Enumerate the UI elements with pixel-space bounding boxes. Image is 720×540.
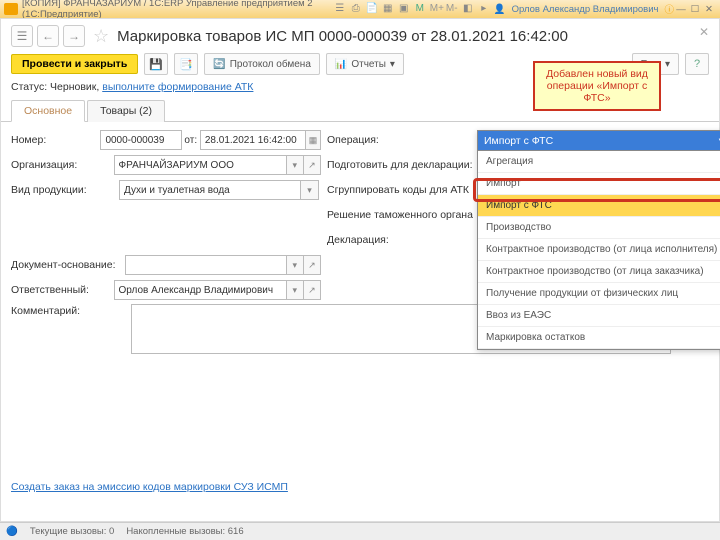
label-comment: Комментарий:	[11, 305, 119, 317]
calc-icon[interactable]: ▦	[382, 3, 394, 15]
select-icon[interactable]: ▾	[287, 280, 304, 300]
statusbar: 🔵 Текущие вызовы: 0 Накопленные вызовы: …	[0, 522, 720, 540]
maximize-icon[interactable]: ☐	[688, 4, 702, 15]
org-input[interactable]: ФРАНЧАЙЗАРИУМ ООО	[114, 155, 287, 175]
dropdown-selected[interactable]: Импорт с ФТС ▾	[478, 131, 720, 151]
select-icon[interactable]: ▾	[287, 255, 304, 275]
col-right: Операция: Подготовить для декларации: Сг…	[321, 130, 709, 330]
page-close-icon[interactable]: ✕	[699, 25, 709, 39]
dropdown-option-highlighted[interactable]: Импорт с ФТС	[478, 195, 720, 217]
label-docbase: Документ-основание:	[11, 259, 125, 271]
operation-dropdown[interactable]: Импорт с ФТС ▾ Агрегация Импорт Импорт с…	[477, 130, 720, 350]
select-icon[interactable]: ▾	[287, 155, 304, 175]
date-input[interactable]: 28.01.2021 16:42:00	[200, 130, 306, 150]
protocol-icon: 🔄	[213, 59, 225, 70]
favorite-icon[interactable]: ☆	[93, 26, 109, 47]
app-badge	[4, 3, 18, 15]
calendar-icon[interactable]: ▣	[398, 3, 410, 15]
label-prodtype: Вид продукции:	[11, 184, 119, 196]
dropdown-option[interactable]: Агрегация	[478, 151, 720, 173]
dropdown-selected-label: Импорт с ФТС	[484, 135, 553, 147]
nav-forward-button[interactable]: →	[63, 25, 85, 47]
protocol-label: Протокол обмена	[230, 59, 311, 70]
titlebar-tools: ☰ ⎙ 📄 ▦ ▣ M M+ M- ◧ ▸	[334, 3, 490, 15]
chevron-down-icon: ▾	[665, 59, 670, 70]
col-left: Номер: 0000-000039 от: 28.01.2021 16:42:…	[11, 130, 321, 330]
dropdown-option[interactable]: Импорт	[478, 173, 720, 195]
calendar-icon[interactable]: ▦	[306, 130, 321, 150]
docbase-input[interactable]	[125, 255, 287, 275]
header-row: ☰ ← → ☆ Маркировка товаров ИС МП 0000-00…	[1, 19, 719, 49]
mminus-icon[interactable]: M-	[446, 3, 458, 15]
user-icon: 👤	[494, 4, 506, 15]
dropdown-option[interactable]: Производство	[478, 217, 720, 239]
status-value: Черновик,	[50, 81, 99, 93]
open-icon[interactable]: ↗	[304, 255, 321, 275]
dropdown-option[interactable]: Ввоз из ЕАЭС	[478, 305, 720, 327]
prodtype-input[interactable]: Духи и туалетная вода	[119, 180, 301, 200]
tool-icon[interactable]: ☰	[334, 3, 346, 15]
select-icon[interactable]: ▾	[301, 180, 319, 200]
label-responsible: Ответственный:	[11, 284, 114, 296]
close-icon[interactable]: ✕	[702, 4, 716, 15]
post-and-close-button[interactable]: Провести и закрыть	[11, 54, 138, 74]
label-from: от:	[182, 135, 200, 146]
minimize-icon[interactable]: —	[674, 4, 688, 15]
dropdown-option[interactable]: Контрактное производство (от лица исполн…	[478, 239, 720, 261]
user-name[interactable]: Орлов Александр Владимирович	[512, 4, 659, 15]
nav-menu-button[interactable]: ☰	[11, 25, 33, 47]
tab-main[interactable]: Основное	[11, 100, 85, 122]
create-order-link[interactable]: Создать заказ на эмиссию кодов маркировк…	[11, 481, 288, 493]
info-icon[interactable]: ⓘ	[664, 2, 674, 16]
callout-note: Добавлен новый вид операции «Импорт с ФТ…	[533, 61, 661, 111]
arrow-icon[interactable]: ▸	[478, 3, 490, 15]
label-number: Номер:	[11, 134, 100, 146]
status-current: Текущие вызовы: 0	[30, 526, 114, 537]
status-accumulated: Накопленные вызовы: 616	[126, 526, 243, 537]
help-button[interactable]: ?	[685, 53, 709, 75]
titlebar: [КОПИЯ] ФРАНЧАЗАРИУМ / 1С:ERP Управление…	[0, 0, 720, 18]
save-button[interactable]: 💾	[144, 53, 168, 75]
dropdown-option[interactable]: Контрактное производство (от лица заказч…	[478, 261, 720, 283]
status-label: Статус:	[11, 81, 47, 93]
status-link[interactable]: выполните формирование АТК	[102, 81, 253, 93]
tool2-icon[interactable]: ◧	[462, 3, 474, 15]
label-org: Организация:	[11, 159, 114, 171]
reports-button[interactable]: 📊 Отчеты ▾	[326, 53, 404, 75]
label-customs: Решение таможенного органа	[327, 209, 477, 221]
dropdown-option[interactable]: Получение продукции от физических лиц	[478, 283, 720, 305]
reports-label: Отчеты	[351, 59, 386, 70]
form-area: Номер: 0000-000039 от: 28.01.2021 16:42:…	[1, 122, 719, 367]
app-title: [КОПИЯ] ФРАНЧАЗАРИУМ / 1С:ERP Управление…	[22, 0, 334, 20]
label-operation: Операция:	[327, 134, 477, 146]
nav-back-button[interactable]: ←	[37, 25, 59, 47]
open-icon[interactable]: ↗	[304, 280, 321, 300]
print-icon[interactable]: ⎙	[350, 3, 362, 15]
protocol-button[interactable]: 🔄 Протокол обмена	[204, 53, 320, 75]
label-prepare: Подготовить для декларации:	[327, 159, 477, 171]
mplus-icon[interactable]: M+	[430, 3, 442, 15]
doc-icon[interactable]: 📄	[366, 3, 378, 15]
chevron-down-icon: ▾	[390, 59, 395, 70]
reports-icon: 📊	[335, 59, 347, 70]
label-declaration: Декларация:	[327, 234, 477, 246]
post-button[interactable]: 📑	[174, 53, 198, 75]
responsible-input[interactable]: Орлов Александр Владимирович	[114, 280, 287, 300]
tab-goods[interactable]: Товары (2)	[87, 100, 165, 122]
open-icon[interactable]: ↗	[304, 155, 321, 175]
label-groupcodes: Сгруппировать коды для АТК	[327, 184, 477, 196]
dropdown-option[interactable]: Маркировка остатков	[478, 327, 720, 349]
status-icon: 🔵	[6, 526, 18, 537]
m-icon[interactable]: M	[414, 3, 426, 15]
page: ☰ ← → ☆ Маркировка товаров ИС МП 0000-00…	[0, 18, 720, 522]
page-title: Маркировка товаров ИС МП 0000-000039 от …	[117, 28, 568, 45]
number-input[interactable]: 0000-000039	[100, 130, 181, 150]
